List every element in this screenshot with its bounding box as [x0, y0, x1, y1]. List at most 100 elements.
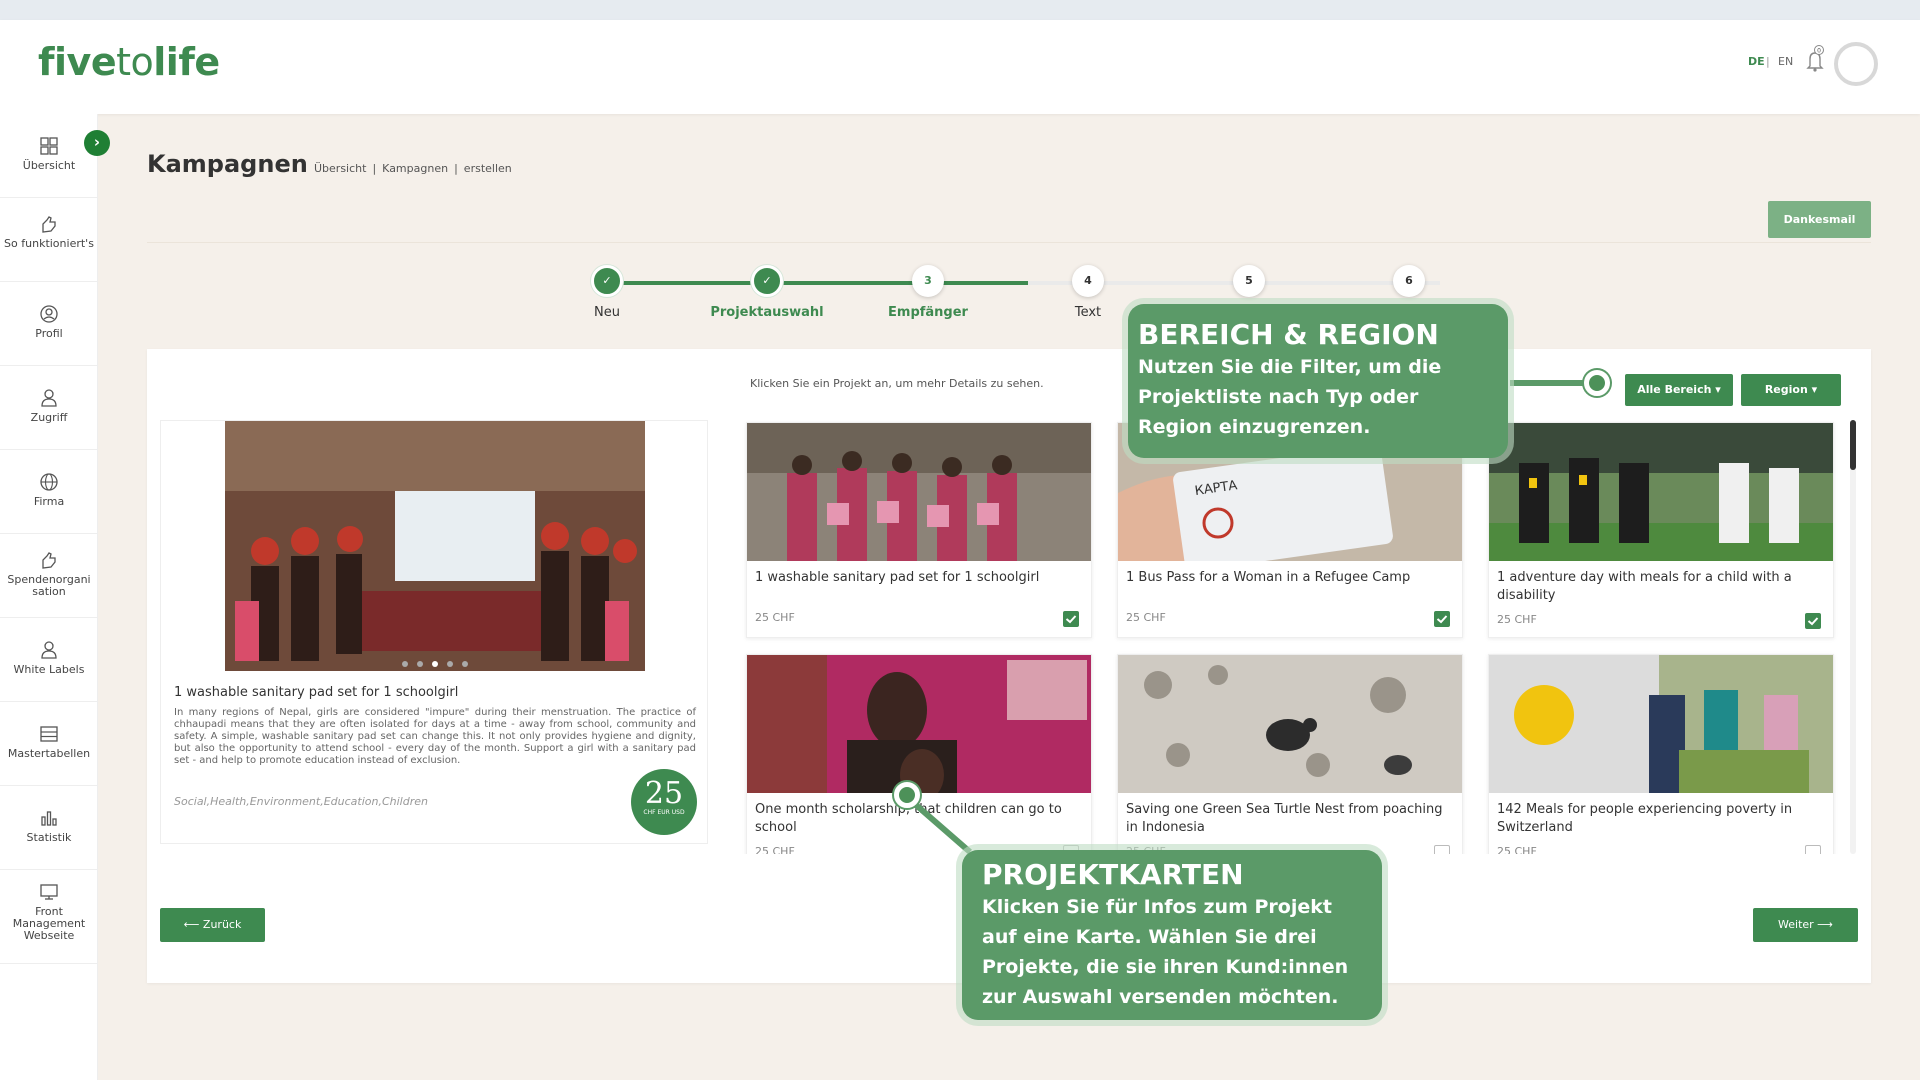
browser-top-strip [0, 0, 1920, 20]
breadcrumb: Übersicht | Kampagnen | erstellen [314, 162, 518, 175]
check-icon [1436, 615, 1448, 624]
sidebar-item-label: White Labels [13, 663, 85, 676]
tooltip-anchor-dot [1584, 370, 1610, 396]
tooltip-filter-title: BEREICH & REGION [1138, 318, 1439, 351]
project-card[interactable]: 1 adventure day with meals for a child w… [1488, 422, 1834, 638]
sidebar-item-label: Übersicht [22, 159, 76, 172]
card-grid-scroll-thumb[interactable] [1850, 420, 1856, 470]
sidebar-item-statistik[interactable]: Statistik [0, 786, 98, 870]
project-card-image [747, 423, 1091, 561]
lang-de-link[interactable]: DE [1748, 55, 1765, 68]
project-detail-tags: Social,Health,Environment,Education,Chil… [174, 795, 428, 808]
project-detail-card[interactable]: 1 washable sanitary pad set for 1 school… [160, 420, 708, 844]
divider [147, 242, 1871, 243]
step-6-circle[interactable]: 6 [1393, 265, 1425, 297]
project-card-image [1489, 423, 1833, 561]
filter-region-dropdown[interactable]: Region ▾ [1741, 374, 1841, 406]
project-card-price: 25 CHF [755, 845, 795, 854]
grid-icon [40, 137, 58, 155]
project-detail-title: 1 washable sanitary pad set for 1 school… [174, 685, 459, 700]
tooltip-cards: PROJEKTKARTEN Klicken Sie für Infos zum … [962, 850, 1382, 1020]
dankesmail-button[interactable]: Dankesmail [1768, 201, 1871, 238]
step-5-circle[interactable]: 5 [1233, 265, 1265, 297]
sidebar-item-uebersicht[interactable]: Übersicht [0, 114, 98, 198]
sidebar-item-label: So funktioniert's [4, 237, 94, 250]
project-card-image [747, 655, 1091, 793]
breadcrumb-item-kampagnen[interactable]: Kampagnen [382, 162, 448, 175]
check-icon [1807, 617, 1819, 626]
top-header: fivetolife DE | EN 0 [0, 20, 1920, 114]
user-circle-icon [40, 305, 58, 323]
project-card-title: Saving one Green Sea Turtle Nest from po… [1126, 802, 1443, 835]
project-detail-image [225, 421, 645, 671]
back-button[interactable]: ⟵ Zurück [160, 908, 265, 942]
sidebar-item-label: Spendenorganisation [7, 573, 91, 598]
tooltip-filter-text: Nutzen Sie die Filter, um die Projektlis… [1138, 356, 1442, 438]
breadcrumb-item-uebersicht[interactable]: Übersicht [314, 162, 366, 175]
monitor-icon [40, 884, 58, 900]
sidebar-item-spendenorganisation[interactable]: Spendenorganisation [0, 534, 98, 618]
app-logo[interactable]: fivetolife [38, 40, 220, 84]
tooltip-cards-text: Klicken Sie für Infos zum Projekt auf ei… [982, 896, 1349, 1008]
table-icon [40, 726, 58, 742]
next-button[interactable]: Weiter ⟶ [1753, 908, 1858, 942]
step-connector-done [607, 281, 868, 285]
step-1-label: Neu [594, 305, 620, 320]
breadcrumb-separator: | [372, 162, 377, 175]
step-2-label: Projektauswahl [710, 305, 824, 320]
project-card[interactable]: 1 washable sanitary pad set for 1 school… [746, 422, 1092, 638]
project-card-checkbox[interactable] [1805, 613, 1821, 629]
sidebar-item-white-labels[interactable]: White Labels [0, 618, 98, 702]
sidebar-item-zugriff[interactable]: Zugriff [0, 366, 98, 450]
project-detail-description: In many regions of Nepal, girls are cons… [174, 707, 696, 766]
card-grid-scrollbar[interactable] [1850, 420, 1856, 854]
sidebar-item-label: Mastertabellen [7, 747, 91, 760]
sidebar-item-label: Statistik [26, 831, 72, 844]
hand-icon [42, 216, 56, 233]
tooltip-cards-title: PROJEKTKARTEN [982, 858, 1244, 891]
step-connector-done [868, 281, 1028, 285]
step-3-circle[interactable]: 3 [912, 265, 944, 297]
project-card[interactable]: Saving one Green Sea Turtle Nest from po… [1117, 654, 1463, 854]
project-card-checkbox[interactable] [1805, 845, 1821, 854]
project-card-image [1118, 655, 1462, 793]
lang-en-link[interactable]: EN [1778, 55, 1793, 68]
notification-bell-icon[interactable]: 0 [1804, 44, 1826, 74]
sidebar-item-so-funktionierts[interactable]: So funktioniert's [0, 198, 98, 282]
project-card-image [1489, 655, 1833, 793]
sidebar-item-label: Firma [33, 495, 65, 508]
project-card-title: 142 Meals for people experiencing povert… [1497, 802, 1793, 835]
project-hint-text: Klicken Sie ein Projekt an, um mehr Deta… [750, 377, 1044, 390]
sidebar-expand-button[interactable]: › [84, 130, 110, 156]
sidebar-item-label: Front Management Webseite [12, 905, 86, 942]
step-4-circle[interactable]: 4 [1072, 265, 1104, 297]
project-card-checkbox[interactable] [1434, 611, 1450, 627]
sidebar-item-profil[interactable]: Profil [0, 282, 98, 366]
project-card[interactable]: 142 Meals for people experiencing povert… [1488, 654, 1834, 854]
user-avatar[interactable] [1834, 42, 1878, 86]
filter-area-dropdown[interactable]: Alle Bereich ▾ [1625, 374, 1733, 406]
project-card-checkbox[interactable] [1063, 611, 1079, 627]
sidebar-item-front-management[interactable]: Front Management Webseite [0, 870, 98, 964]
hand-heart-icon [42, 552, 56, 569]
sidebar-item-firma[interactable]: Firma [0, 450, 98, 534]
sidebar-item-label: Zugriff [30, 411, 68, 424]
project-card-checkbox[interactable] [1434, 845, 1450, 854]
check-icon [1065, 615, 1077, 624]
bar-chart-icon [41, 811, 57, 826]
project-card-price: 25 CHF [755, 611, 795, 624]
project-card-title: 1 adventure day with meals for a child w… [1497, 570, 1792, 603]
globe-icon [40, 473, 58, 491]
step-2-check-icon[interactable]: ✓ [751, 265, 783, 297]
notification-count: 0 [1817, 48, 1821, 55]
tooltip-filter: BEREICH & REGION Nutzen Sie die Filter, … [1128, 304, 1508, 458]
breadcrumb-separator: | [454, 162, 458, 175]
project-card-title: 1 Bus Pass for a Woman in a Refugee Camp [1126, 570, 1411, 585]
user-label-icon [41, 641, 57, 659]
project-card-price: 25 CHF [1126, 611, 1166, 624]
project-card-price: 25 CHF [1497, 613, 1537, 626]
sidebar: Übersicht So funktioniert's Profil Zugri… [0, 114, 98, 1080]
sidebar-item-mastertabellen[interactable]: Mastertabellen [0, 702, 98, 786]
breadcrumb-item-erstellen: erstellen [463, 162, 512, 175]
step-1-check-icon[interactable]: ✓ [591, 265, 623, 297]
